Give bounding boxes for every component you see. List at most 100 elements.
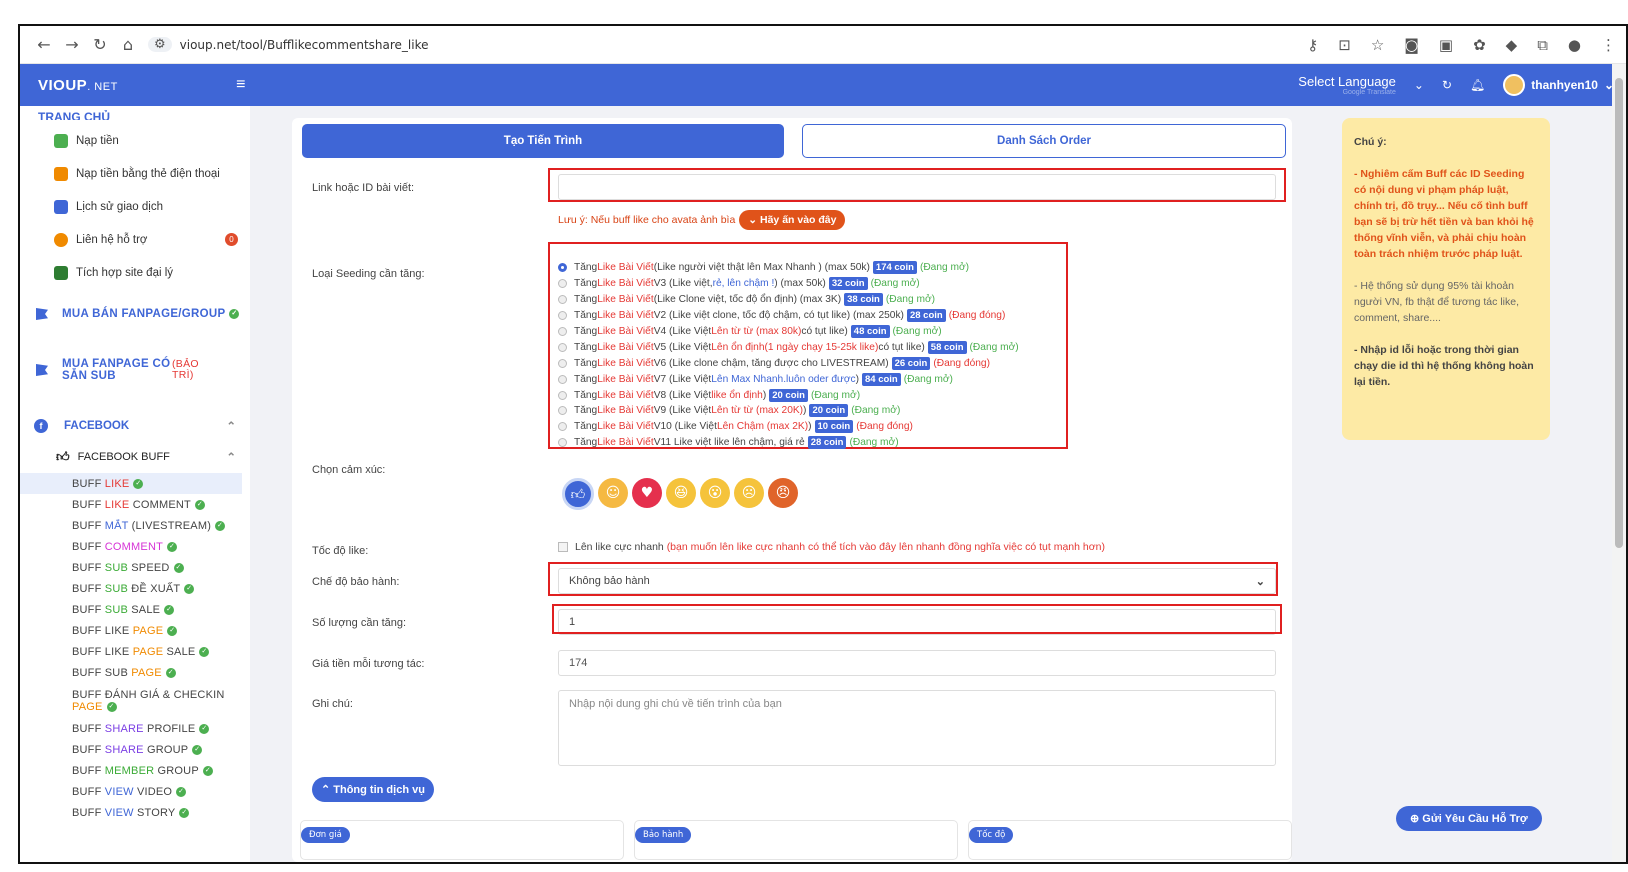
speed-card: Tốc độ: [968, 820, 1292, 860]
puzzle-extensions-icon[interactable]: ⧉: [1537, 36, 1548, 54]
speed-label: Tốc độ like:: [312, 545, 369, 557]
sidebar-buff-item[interactable]: BUFF VIEW VIDEO ✓: [20, 781, 250, 802]
install-app-icon[interactable]: ⊡: [1338, 36, 1351, 54]
wow-icon[interactable]: 😮︎: [700, 478, 730, 508]
sidebar-item-history[interactable]: Lịch sử giao dịch: [20, 190, 250, 223]
language-selector[interactable]: Select Language Google Translate: [1298, 74, 1396, 96]
option-highlight: Lên Max Nhanh.luôn oder được: [711, 373, 856, 385]
seeding-option[interactable]: Tăng Like Bài Viết V3 (Like việt, rẻ, lê…: [558, 276, 1019, 292]
sidebar-buff-item[interactable]: BUFF ĐÁNH GIÁ & CHECKIN PAGE ✓: [20, 683, 250, 718]
radio-button[interactable]: [558, 358, 567, 368]
seeding-option[interactable]: Tăng Like Bài Viết V7 (Like Việt Lên Max…: [558, 371, 1019, 387]
sad-icon[interactable]: ☹: [734, 478, 764, 508]
radio-button[interactable]: [558, 342, 567, 352]
bell-icon[interactable]: 🔔︎: [1470, 78, 1485, 92]
forward-icon[interactable]: →: [58, 35, 86, 54]
like-icon[interactable]: 👍︎: [562, 478, 594, 510]
sidebar-section-fanpage-sub[interactable]: MUA FANPAGE CÓ SẴN SUB (BẢO TRÌ): [20, 339, 250, 401]
sidebar-item-home[interactable]: TRANG CHỦ: [20, 106, 250, 120]
page-scrollbar[interactable]: [1612, 64, 1626, 862]
seeding-option[interactable]: Tăng Like Bài Viết V11 Like việt like lê…: [558, 435, 1019, 451]
sidebar-item-label: Lịch sử giao dịch: [76, 200, 163, 213]
haha-icon[interactable]: 😆︎: [666, 478, 696, 508]
extension-icon[interactable]: ▣: [1439, 36, 1453, 54]
username: thanhyen10: [1531, 78, 1598, 92]
support-request-button[interactable]: ⊕ Gửi Yêu Cầu Hỗ Trợ: [1396, 806, 1542, 831]
seeding-option[interactable]: Tăng Like Bài Viết V10 (Like Việt Lên Ch…: [558, 419, 1019, 435]
reload-icon[interactable]: ↻: [86, 35, 114, 54]
scrollbar-thumb[interactable]: [1615, 78, 1623, 548]
sidebar-buff-item[interactable]: BUFF SUB PAGE ✓: [20, 662, 250, 683]
radio-button[interactable]: [558, 374, 567, 384]
sidebar-buff-item[interactable]: BUFF LIKE ✓: [20, 473, 242, 494]
hamburger-icon[interactable]: ≡: [236, 76, 246, 94]
radio-button[interactable]: [558, 327, 567, 336]
seeding-option[interactable]: Tăng Like Bài Viết V5 (Like Việt Lên ổn …: [558, 339, 1019, 355]
care-icon[interactable]: ☺: [598, 478, 628, 508]
sidebar-buff-item[interactable]: BUFF COMMENT ✓: [20, 536, 250, 557]
option-service: Like Bài Viết: [597, 389, 654, 401]
love-icon[interactable]: ♥: [632, 478, 662, 508]
seeding-option[interactable]: Tăng Like Bài Viết V4 (Like Việt Lên từ …: [558, 324, 1019, 340]
buff-item-label: BUFF MẮT (LIVESTREAM) ✓: [72, 520, 226, 532]
flower-extension-icon[interactable]: ✿: [1473, 36, 1486, 54]
user-menu[interactable]: thanhyen10 ⌄: [1503, 74, 1614, 96]
address-bar[interactable]: ⚙ vioup.net/tool/Bufflikecommentshare_li…: [148, 37, 429, 52]
sidebar-buff-item[interactable]: BUFF SUB SALE ✓: [20, 599, 250, 620]
sidebar-buff-item[interactable]: BUFF SUB ĐỀ XUẤT ✓: [20, 578, 250, 599]
brand-logo[interactable]: VIOUP. NET ≡: [20, 76, 250, 94]
password-key-icon[interactable]: ⚷: [1307, 36, 1318, 54]
sidebar-item-topup[interactable]: Nạp tiền: [20, 124, 250, 157]
radio-button[interactable]: [558, 263, 567, 273]
sidebar-buff-item[interactable]: BUFF SHARE PROFILE ✓: [20, 718, 250, 739]
sidebar-item-agency[interactable]: Tích hợp site đại lý: [20, 256, 250, 289]
sidebar-section-facebook[interactable]: f FACEBOOK ⌃: [20, 411, 250, 441]
option-status: (Đang mở): [885, 294, 936, 306]
sidebar-buff-item[interactable]: BUFF LIKE PAGE ✓: [20, 620, 250, 641]
sidebar-buff-item[interactable]: BUFF MEMBER GROUP ✓: [20, 760, 250, 781]
option-status: (Đang mở): [892, 326, 942, 337]
sidebar-buff-item[interactable]: BUFF LIKE PAGE SALE ✓: [20, 641, 250, 662]
angry-icon[interactable]: 😠︎: [768, 478, 798, 508]
sidebar-section-fanpage-group[interactable]: MUA BÁN FANPAGE/GROUP ✓: [20, 289, 250, 339]
seeding-option[interactable]: Tăng Like Bài Viết V2 (Like việt clone, …: [558, 308, 1019, 324]
gem-extension-icon[interactable]: ◆: [1506, 36, 1518, 54]
refresh-icon[interactable]: ↻: [1442, 78, 1452, 92]
sidebar-buff-item[interactable]: BUFF SHARE GROUP ✓: [20, 739, 250, 760]
sidebar-buff-item[interactable]: BUFF SUB SPEED ✓: [20, 557, 250, 578]
buff-item-label: BUFF SUB SALE ✓: [72, 604, 175, 616]
radio-button[interactable]: [558, 295, 567, 305]
site-settings-icon[interactable]: ⚙: [148, 37, 172, 52]
coin-badge: 28 coin: [906, 309, 946, 323]
profile-icon[interactable]: ●: [1568, 36, 1581, 54]
sidebar-buff-item[interactable]: BUFF VIEW STORY ✓: [20, 802, 250, 823]
bookmark-star-icon[interactable]: ☆: [1371, 36, 1384, 54]
seeding-option[interactable]: Tăng Like Bài Viết V8 (Like Việt like ổn…: [558, 387, 1019, 403]
sidebar-section-facebook-buff[interactable]: 👍︎ FACEBOOK BUFF ⌃: [20, 441, 250, 473]
service-info-button[interactable]: ⌃ Thông tin dịch vụ: [312, 777, 434, 802]
seeding-option[interactable]: Tăng Like Bài Viết V9 (Like Việt Lên từ …: [558, 403, 1019, 419]
sidebar-buff-item[interactable]: BUFF LIKE COMMENT ✓: [20, 494, 250, 515]
seeding-option[interactable]: Tăng Like Bài Viết V6 (Like clone chậm, …: [558, 355, 1019, 371]
camera-extension-icon[interactable]: ◙: [1404, 36, 1419, 54]
back-icon[interactable]: ←: [30, 35, 58, 54]
radio-button[interactable]: [558, 311, 567, 321]
sidebar-item-card-topup[interactable]: Nạp tiền bằng thẻ điện thoại: [20, 157, 250, 190]
radio-button[interactable]: [558, 438, 567, 448]
note-textarea[interactable]: Nhập nội dung ghi chú về tiến trình của …: [558, 690, 1276, 766]
radio-button[interactable]: [558, 279, 567, 289]
more-menu-icon[interactable]: ⋮: [1601, 36, 1616, 54]
sidebar-buff-item[interactable]: BUFF MẮT (LIVESTREAM) ✓: [20, 515, 250, 536]
tab-order-list[interactable]: Danh Sách Order: [802, 124, 1286, 158]
radio-button[interactable]: [558, 406, 567, 416]
seeding-option[interactable]: Tăng Like Bài Viết (Like người việt thật…: [558, 260, 1019, 276]
tab-create-process[interactable]: Tạo Tiến Trình: [302, 124, 784, 158]
speed-checkbox[interactable]: [558, 542, 568, 552]
sidebar-item-support[interactable]: Liên hệ hỗ trợ 0: [20, 223, 250, 256]
radio-button[interactable]: [558, 422, 567, 432]
radio-button[interactable]: [558, 390, 567, 400]
home-icon[interactable]: ⌂: [114, 35, 142, 54]
seeding-option[interactable]: Tăng Like Bài Viết (Like Clone việt, tốc…: [558, 292, 1019, 308]
click-here-button[interactable]: ⌄ Hãy ấn vào đây: [739, 210, 846, 230]
chevron-down-icon[interactable]: ⌄: [1414, 78, 1424, 92]
